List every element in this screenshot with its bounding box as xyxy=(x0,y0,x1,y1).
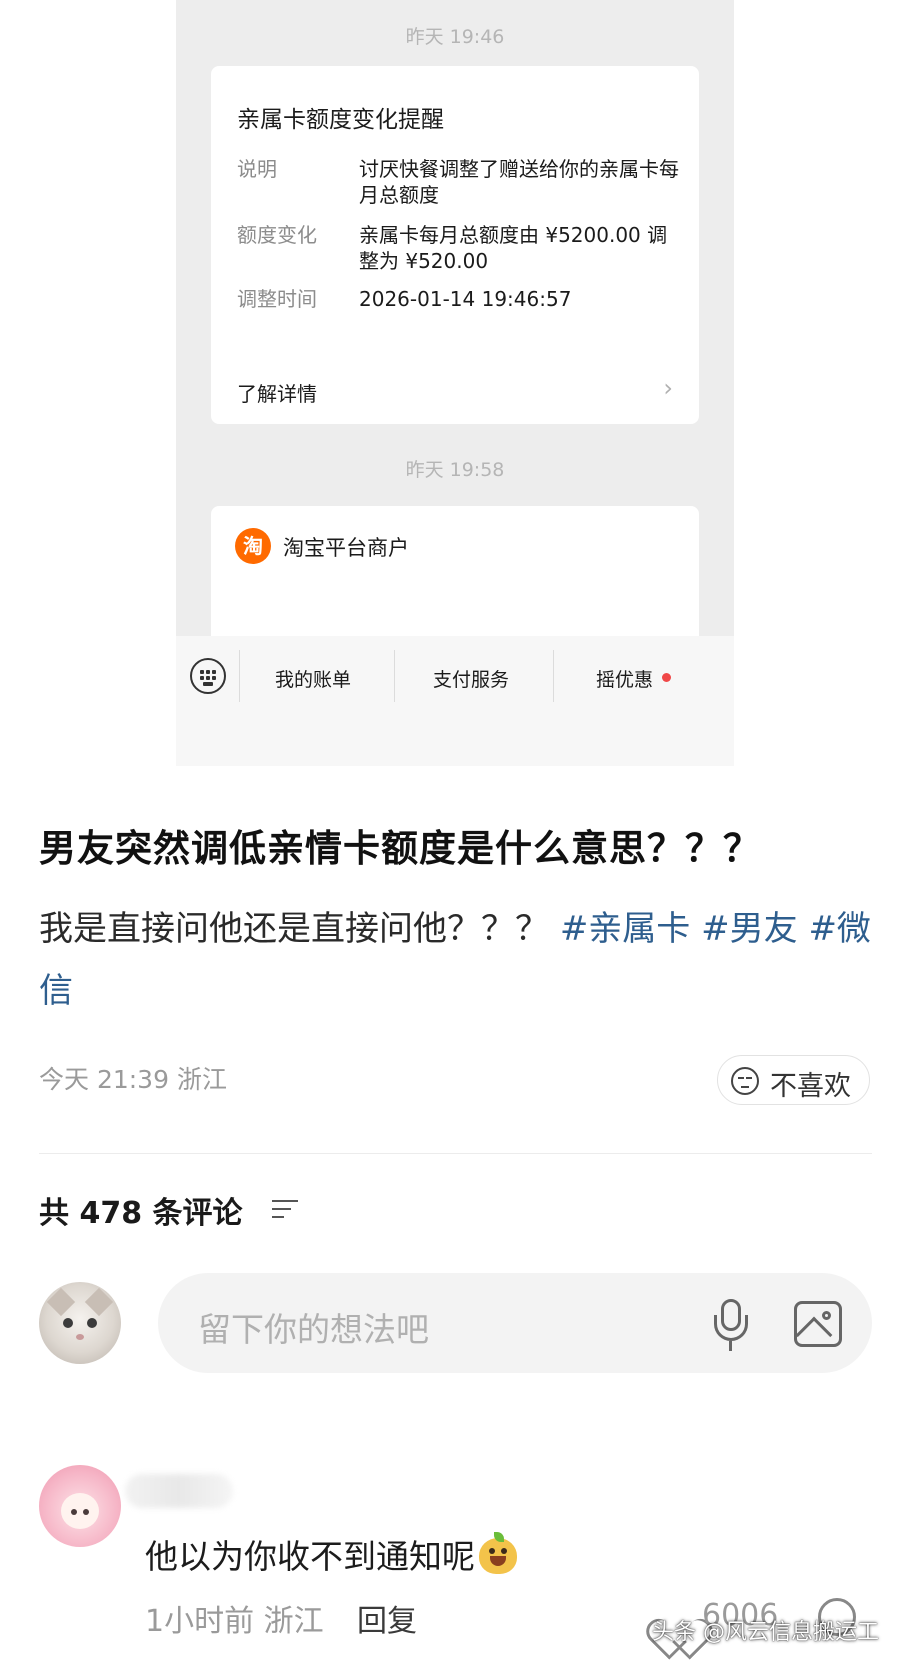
comment-location: 浙江 xyxy=(263,1604,324,1639)
row-value: 亲属卡每月总额度由 ¥5200.00 调整为 ¥520.00 xyxy=(359,223,668,273)
tag-link[interactable]: #亲属卡 xyxy=(560,909,691,949)
menu-pay-service[interactable]: 支付服务 xyxy=(433,665,509,692)
comment-body: 他以为你收不到通知呢 xyxy=(145,1537,475,1576)
comment-input-placeholder[interactable]: 留下你的想法吧 xyxy=(198,1303,429,1351)
post-text: 我是直接问他还是直接问他？？？ xyxy=(39,909,549,949)
comment-time: 1小时前 xyxy=(145,1604,255,1639)
notification-dot xyxy=(662,673,671,682)
post-time: 今天 21:39 xyxy=(39,1065,169,1094)
row-label: 额度变化 xyxy=(237,223,317,247)
dislike-label: 不喜欢 xyxy=(770,1071,851,1102)
row-value: 2026-01-14 19:46:57 xyxy=(359,287,572,311)
frown-face-icon xyxy=(731,1067,759,1095)
menu-divider xyxy=(394,650,395,702)
learn-more-link[interactable]: 了解详情 xyxy=(237,378,317,407)
chevron-right-icon: › xyxy=(663,374,673,402)
merchant-card[interactable]: 淘 淘宝平台商户 xyxy=(211,506,699,646)
comment-meta: 1小时前 浙江 xyxy=(145,1596,324,1640)
keyboard-icon[interactable] xyxy=(190,658,226,694)
merchant-name: 淘宝平台商户 xyxy=(283,536,409,560)
image-icon[interactable] xyxy=(794,1301,842,1354)
card-title: 亲属卡额度变化提醒 xyxy=(237,107,444,133)
row-value: 讨厌快餐调整了赠送给你的亲属卡每月总额度 xyxy=(359,157,679,207)
comment-input-box[interactable]: 留下你的想法吧 xyxy=(158,1273,872,1373)
row-label: 调整时间 xyxy=(237,287,317,311)
sort-icon[interactable] xyxy=(272,1197,300,1221)
embedded-screenshot: 昨天 19:46 亲属卡额度变化提醒 说明 讨厌快餐调整了赠送给你的亲属卡每月总… xyxy=(176,0,734,766)
comment-count: 共 478 条评论 xyxy=(39,1196,243,1231)
post-meta: 今天 21:39 浙江 xyxy=(39,1060,227,1096)
menu-shake-discount[interactable]: 摇优惠 xyxy=(596,665,653,692)
menu-my-bill[interactable]: 我的账单 xyxy=(275,665,351,692)
dislike-button[interactable]: 不喜欢 xyxy=(717,1055,870,1105)
watermark: 头条 @风云信息搬运工 xyxy=(652,1620,879,1645)
chat-timestamp: 昨天 19:58 xyxy=(405,459,505,481)
emoji-icon xyxy=(477,1532,519,1574)
quota-change-card[interactable]: 亲属卡额度变化提醒 说明 讨厌快餐调整了赠送给你的亲属卡每月总额度 额度变化 亲… xyxy=(211,66,699,424)
my-avatar xyxy=(39,1282,121,1364)
commenter-avatar[interactable] xyxy=(39,1465,121,1547)
post-body: 我是直接问他还是直接问他？？？ #亲属卡 #男友 #微信 xyxy=(39,898,879,1022)
commenter-name-blurred xyxy=(125,1474,233,1508)
microphone-icon[interactable] xyxy=(710,1299,752,1351)
post-title: 男友突然调低亲情卡额度是什么意思？？？ xyxy=(39,827,761,870)
comment-text: 他以为你收不到通知呢 xyxy=(145,1530,519,1578)
menu-divider xyxy=(239,650,240,702)
bottom-menu-bar: 我的账单 支付服务 摇优惠 xyxy=(176,636,734,766)
chat-timestamp: 昨天 19:46 xyxy=(405,26,505,48)
divider xyxy=(39,1153,872,1154)
menu-divider xyxy=(553,650,554,702)
row-label: 说明 xyxy=(237,157,277,181)
post-location: 浙江 xyxy=(176,1065,227,1094)
tag-link[interactable]: #男友 xyxy=(701,909,798,949)
taobao-logo-icon: 淘 xyxy=(235,528,271,564)
reply-button[interactable]: 回复 xyxy=(357,1596,417,1640)
